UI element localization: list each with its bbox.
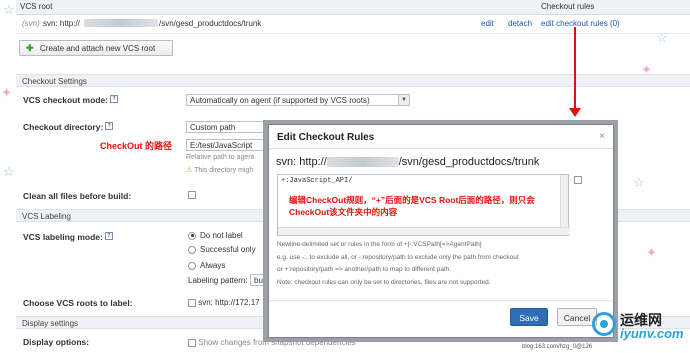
vcs-labeling-mode-text: VCS labeling mode: — [23, 232, 103, 242]
plus-icon: ✚ — [26, 43, 34, 53]
save-button[interactable]: Save — [510, 308, 548, 326]
rules-help-line-1: Newline-delimited set or rules in the fo… — [277, 241, 482, 248]
checkout-rule-text: +:JavaScript_API/ — [281, 177, 353, 185]
vcs-root-row: (svn) svn: http:// /svn/gesd_productdocs… — [16, 15, 690, 34]
rules-help-line-2: e.g. use -:. to exclude all, or -:reposi… — [277, 254, 519, 261]
choose-vcs-roots-label: Choose VCS roots to label: — [23, 298, 133, 308]
vcs-root-header: VCS root — [20, 2, 53, 11]
label-option-none-text: Do not label — [200, 231, 243, 240]
vcs-checkout-mode-value: Automatically on agent (if supported by … — [190, 96, 370, 105]
warning-icon: ⚠ — [186, 167, 193, 174]
redacted-host — [326, 157, 399, 168]
redacted-host — [84, 19, 158, 27]
watermark-logo: 运维网 iyunv.com blog.163.com/hzg_0@126 — [522, 308, 690, 353]
checkbox-icon — [188, 338, 196, 347]
vcs-root-path: /svn/gesd_productdocs/trunk — [159, 19, 262, 28]
close-icon[interactable]: × — [599, 131, 605, 142]
vcs-checkout-mode-label: VCS checkout mode:? — [23, 95, 119, 105]
create-vcs-root-label: Create and attach new VCS root — [40, 44, 156, 53]
checkout-directory-text: Checkout directory: — [23, 122, 104, 132]
checkout-directory-input[interactable]: E:/test/JavaScript — [186, 139, 268, 151]
vertical-scrollbar[interactable] — [560, 175, 568, 229]
star-decoration: ☆ — [3, 2, 15, 17]
help-icon[interactable]: ? — [110, 95, 119, 103]
chevron-down-icon: ▼ — [398, 95, 409, 105]
warning-text: This directory migh — [194, 167, 254, 174]
checkbox-icon — [188, 298, 196, 307]
edit-vcs-root-link[interactable]: edit — [481, 19, 494, 28]
vcs-checkout-mode-select[interactable]: Automatically on agent (if supported by … — [186, 94, 410, 106]
vcs-root-table-header: VCS root Checkout rules — [16, 0, 690, 15]
label-option-none[interactable]: Do not label — [188, 231, 243, 240]
label-option-successful-text: Successful only — [200, 245, 256, 254]
dialog-title: Edit Checkout Rules — [277, 132, 375, 143]
vcs-root-label-text: svn: http://172.17 — [198, 298, 260, 307]
watermark-url: blog.163.com/hzg_0@126 — [522, 344, 593, 350]
edit-checkout-rules-link[interactable]: edit checkout rules (0) — [541, 19, 620, 28]
checkout-settings-section: Checkout Settings — [16, 74, 690, 87]
dialog-vcs-protocol: svn: http:// — [276, 156, 327, 168]
logo-icon — [592, 312, 616, 336]
vcs-root-protocol: svn: http:// — [43, 19, 80, 28]
horizontal-scrollbar[interactable] — [278, 227, 570, 235]
create-vcs-root-button[interactable]: ✚ Create and attach new VCS root — [19, 40, 173, 56]
vcs-root-label-checkbox[interactable]: svn: http://172.17 — [188, 298, 260, 307]
checkout-directory-warning: ⚠ This directory migh — [186, 166, 253, 174]
label-option-always-text: Always — [200, 261, 226, 270]
display-options-label: Display options: — [23, 337, 90, 347]
detach-vcs-root-link[interactable]: detach — [508, 19, 532, 28]
divider — [269, 148, 613, 149]
labeling-pattern-value: bu — [254, 276, 263, 285]
label-option-always[interactable]: Always — [188, 261, 225, 270]
cancel-button[interactable]: Cancel — [557, 308, 597, 326]
dialog-vcs-path-text: /svn/gesd_productdocs/trunk — [398, 156, 540, 168]
vcs-checkout-mode-text: VCS checkout mode: — [23, 95, 109, 105]
vcs-type: (svn) — [22, 19, 40, 28]
clean-files-label: Clean all files before build: — [23, 191, 132, 201]
rules-annotation: 编辑CheckOut规则，“+”后面的是VCS Root后面的路径，则只会Che… — [289, 195, 535, 217]
star-decoration: ✦ — [1, 85, 12, 100]
checkout-path-annotation: CheckOut 的路径 — [100, 141, 173, 151]
annotation-arrow — [574, 27, 576, 111]
divider — [269, 300, 613, 301]
dialog-vcs-path: svn: http:// /svn/gesd_productdocs/trunk — [276, 156, 539, 168]
watermark-brand-en: iyunv.com — [620, 326, 684, 341]
labeling-pattern-label: Labeling pattern: — [188, 276, 248, 285]
checkout-rules-header: Checkout rules — [541, 2, 595, 11]
checkout-directory-select[interactable]: Custom path — [186, 121, 268, 133]
checkout-directory-hint: Relative path to agent — [186, 154, 255, 161]
radio-icon — [188, 231, 196, 240]
help-icon[interactable]: ? — [105, 122, 114, 130]
annotation-arrow-head — [569, 108, 581, 117]
star-decoration: ☆ — [3, 164, 15, 179]
checkout-directory-label: Checkout directory:? — [23, 122, 114, 132]
textarea-toggle-checkbox[interactable] — [574, 176, 582, 184]
label-option-successful[interactable]: Successful only — [188, 245, 256, 254]
rules-help-note: Note: checkout rules can only be set to … — [277, 279, 491, 286]
checkout-rules-textarea[interactable]: +:JavaScript_API/ 编辑CheckOut规则，“+”后面的是VC… — [277, 174, 570, 236]
checkout-directory-value: E:/test/JavaScript — [190, 141, 253, 150]
radio-icon — [188, 261, 196, 270]
settings-panel: ☆ ☆ ✦ ☆ ✦ ☆ ✦ VCS root Checkout rules (s… — [0, 0, 690, 353]
radio-icon — [188, 245, 196, 254]
star-decoration: ✦ — [646, 245, 657, 260]
star-decoration: ☆ — [633, 175, 645, 190]
checkout-directory-select-value: Custom path — [190, 123, 236, 132]
edit-checkout-rules-dialog: Edit Checkout Rules × svn: http:// /svn/g… — [268, 124, 614, 338]
vcs-labeling-mode-label: VCS labeling mode:? — [23, 232, 113, 242]
rules-help-line-3: or +:repository/path => another/path to … — [277, 266, 452, 273]
clean-files-checkbox[interactable] — [188, 191, 196, 199]
help-icon[interactable]: ? — [104, 232, 113, 240]
